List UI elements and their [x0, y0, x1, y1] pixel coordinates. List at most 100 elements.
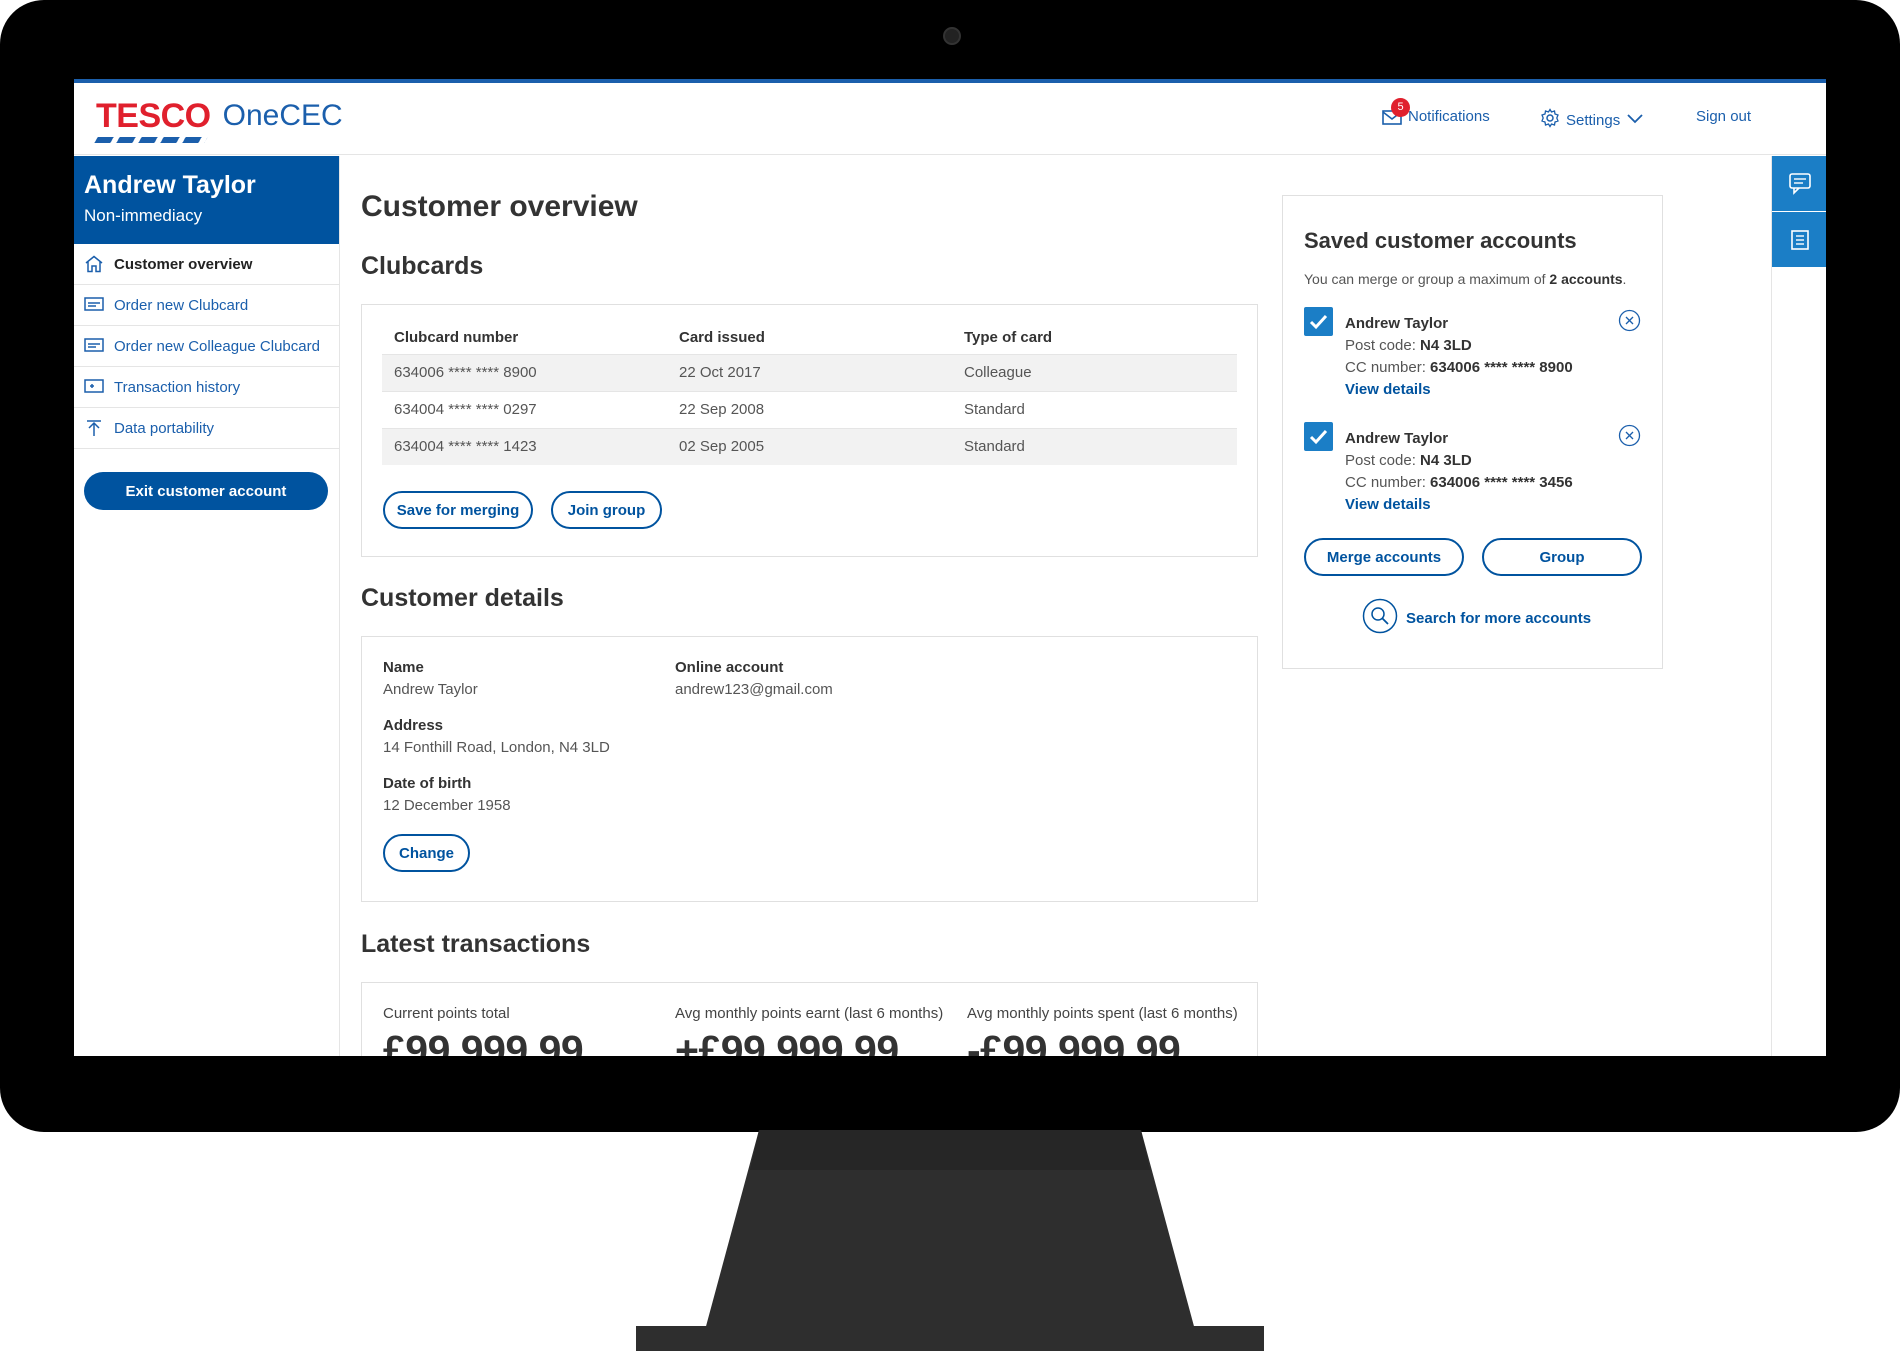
logo[interactable]: TESCO OneCEC: [94, 97, 343, 143]
customer-name: Andrew Taylor: [84, 171, 256, 199]
upload-icon: [84, 419, 104, 437]
note-bold: 2 accounts: [1549, 271, 1623, 287]
card-icon: [84, 337, 104, 355]
stat-label: Current points total: [383, 1005, 510, 1022]
clubcard-number: 634006 **** **** 8900: [382, 353, 667, 391]
clubcards-heading: Clubcards: [361, 252, 484, 280]
search-icon: [1362, 598, 1398, 638]
cc-label: CC number:: [1345, 474, 1431, 491]
account-name: Andrew Taylor: [1345, 430, 1449, 447]
online-account-label: Online account: [675, 659, 784, 676]
plus-square-icon: [84, 378, 104, 396]
clubcard-number: 634004 **** **** 1423: [382, 427, 667, 465]
sidebar-item-label: Order new Colleague Clubcard: [114, 337, 320, 355]
stat-value: -£99,999.99: [967, 1027, 1181, 1056]
table-row[interactable]: 634006 **** **** 8900 22 Oct 2017 Collea…: [382, 353, 1237, 391]
envelope-icon: 5: [1382, 97, 1410, 125]
chat-button[interactable]: [1772, 156, 1826, 211]
check-icon: [1309, 314, 1328, 330]
card-type: Standard: [952, 390, 1237, 428]
account-cc: CC number: 634006 **** **** 8900: [1345, 357, 1573, 379]
chat-icon: [1788, 172, 1811, 195]
tesco-wordmark: TESCO: [96, 97, 211, 135]
card-issued: 22 Sep 2008: [667, 390, 952, 428]
customer-type: Non-immediacy: [84, 206, 203, 225]
latest-transactions-card: Current points total £99,999.99 Avg mont…: [361, 982, 1258, 1056]
sign-out-link[interactable]: Sign out: [1696, 108, 1751, 125]
customer-details-card: Name Andrew Taylor Address 14 Fonthill R…: [361, 636, 1258, 902]
screen: TESCO OneCEC 5 Notifications Settings Si…: [74, 79, 1826, 1056]
sidebar-item-label: Order new Clubcard: [114, 296, 249, 314]
page-title: Customer overview: [361, 190, 638, 223]
sidebar-item-order-clubcard[interactable]: Order new Clubcard: [74, 285, 339, 326]
sidebar-item-order-colleague-clubcard[interactable]: Order new Colleague Clubcard: [74, 326, 339, 367]
clubcards-table: Clubcard number Card issued Type of card…: [382, 321, 1237, 465]
cc-value: 634006 **** **** 8900: [1430, 359, 1573, 376]
column-header: Card issued: [679, 328, 765, 346]
postcode-label: Post code:: [1345, 452, 1421, 469]
stat-value: +£99,999.99: [675, 1027, 899, 1056]
name-value: Andrew Taylor: [383, 681, 478, 698]
exit-customer-account-button[interactable]: Exit customer account: [84, 472, 328, 510]
stat-value: £99,999.99: [383, 1027, 584, 1056]
monitor-stand-shade: [750, 1130, 1150, 1170]
notification-count-badge: 5: [1391, 97, 1410, 117]
stat-label: Avg monthly points earnt (last 6 months): [675, 1005, 944, 1022]
clubcards-card: Clubcard number Card issued Type of card…: [361, 304, 1258, 557]
sidebar-item-transaction-history[interactable]: Transaction history: [74, 367, 339, 408]
postcode-value: N4 3LD: [1420, 452, 1472, 469]
home-icon: [84, 255, 104, 273]
account-checkbox[interactable]: [1304, 307, 1333, 336]
account-details: Andrew Taylor Post code: N4 3LD CC numbe…: [1345, 313, 1573, 401]
clubcard-number: 634004 **** **** 0297: [382, 390, 667, 428]
card-issued: 22 Oct 2017: [667, 353, 952, 391]
cc-value: 634006 **** **** 3456: [1430, 474, 1573, 491]
table-row[interactable]: 634004 **** **** 0297 22 Sep 2008 Standa…: [382, 390, 1237, 428]
cc-label: CC number:: [1345, 359, 1431, 376]
search-more-accounts-link[interactable]: Search for more accounts: [1362, 598, 1591, 638]
view-details-link[interactable]: View details: [1345, 379, 1573, 401]
account-postcode: Post code: N4 3LD: [1345, 450, 1573, 472]
online-account-value: andrew123@gmail.com: [675, 681, 833, 698]
dob-value: 12 December 1958: [383, 797, 511, 814]
column-header: Type of card: [964, 328, 1053, 346]
view-details-link[interactable]: View details: [1345, 494, 1573, 516]
notes-button[interactable]: [1772, 212, 1826, 267]
name-label: Name: [383, 659, 424, 676]
sidebar-item-label: Data portability: [114, 419, 215, 437]
account-checkbox[interactable]: [1304, 422, 1333, 451]
group-button[interactable]: Group: [1482, 538, 1642, 576]
table-header-row: Clubcard number Card issued Type of card: [382, 321, 1237, 354]
close-icon[interactable]: [1618, 424, 1641, 447]
monitor-base: [636, 1326, 1264, 1351]
save-for-merging-button[interactable]: Save for merging: [383, 491, 533, 529]
latest-transactions-heading: Latest transactions: [361, 930, 591, 958]
close-icon[interactable]: [1618, 309, 1641, 332]
settings-label: Settings: [1566, 111, 1621, 129]
address-value: 14 Fonthill Road, London, N4 3LD: [383, 739, 610, 756]
join-group-button[interactable]: Join group: [551, 491, 662, 529]
notifications-label: Notifications: [1408, 108, 1490, 125]
customer-header: Andrew Taylor Non-immediacy: [74, 156, 339, 244]
sidebar-item-label: Customer overview: [114, 255, 253, 273]
account-cc: CC number: 634006 **** **** 3456: [1345, 472, 1573, 494]
note-suffix: .: [1622, 271, 1627, 287]
change-details-button[interactable]: Change: [383, 834, 470, 872]
camera-dot: [943, 27, 961, 45]
list-icon: [1790, 229, 1809, 250]
table-row[interactable]: 634004 **** **** 1423 02 Sep 2005 Standa…: [382, 427, 1237, 465]
check-icon: [1309, 429, 1328, 445]
merge-accounts-button[interactable]: Merge accounts: [1304, 538, 1464, 576]
card-type: Colleague: [952, 353, 1237, 391]
notifications-link[interactable]: 5 Notifications: [1382, 97, 1490, 125]
sidebar-item-data-portability[interactable]: Data portability: [74, 408, 339, 449]
account-postcode: Post code: N4 3LD: [1345, 335, 1573, 357]
saved-accounts-panel: Saved customer accounts You can merge or…: [1282, 195, 1663, 669]
settings-menu[interactable]: Settings: [1540, 108, 1644, 132]
sidebar-item-customer-overview[interactable]: Customer overview: [74, 244, 339, 285]
top-header: TESCO OneCEC 5 Notifications Settings Si…: [74, 83, 1826, 155]
saved-accounts-note: You can merge or group a maximum of 2 ac…: [1304, 271, 1626, 287]
stat-label: Avg monthly points spent (last 6 months): [967, 1005, 1238, 1022]
card-issued: 02 Sep 2005: [667, 427, 952, 465]
account-name: Andrew Taylor: [1345, 315, 1449, 332]
